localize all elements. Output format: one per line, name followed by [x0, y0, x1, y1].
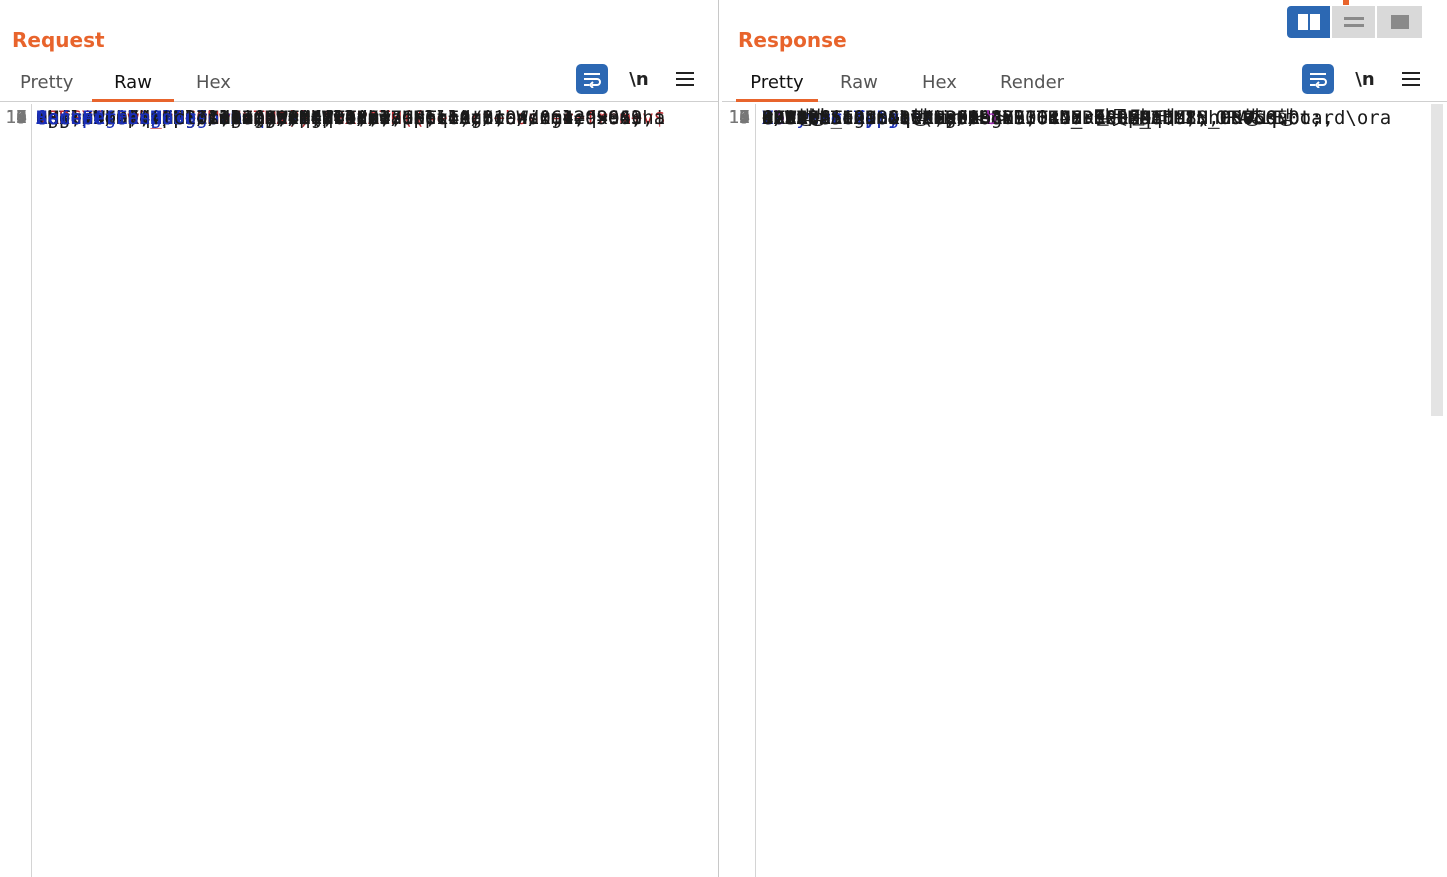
square-icon: [1390, 15, 1409, 29]
request-tab-pretty[interactable]: Pretty: [20, 72, 73, 102]
wrap-lines-icon: [584, 73, 601, 88]
request-pane: Request Pretty Raw Hex \n 1 GET /board/or…: [0, 0, 718, 877]
hamburger-menu-icon: [676, 72, 694, 86]
columns-icon: [1297, 14, 1320, 30]
response-wrap-button[interactable]: [1302, 64, 1334, 94]
line-number: 18: [728, 107, 750, 128]
header-value: close: [161, 107, 231, 129]
accent-marker: [1343, 0, 1349, 5]
code-text: Connection: close: [36, 104, 230, 133]
layout-toggle-group: [1287, 6, 1427, 38]
layout-split-vertical-button[interactable]: [1332, 6, 1377, 38]
response-tab-render[interactable]: Render: [1000, 72, 1064, 102]
request-tabs: Pretty Raw Hex: [0, 66, 718, 102]
line-number: 19: [5, 107, 27, 128]
request-menu-button[interactable]: [670, 64, 700, 94]
response-tab-hex[interactable]: Hex: [922, 72, 957, 102]
response-tab-raw[interactable]: Raw: [840, 72, 878, 102]
hamburger-menu-icon: [1402, 72, 1420, 86]
request-editor[interactable]: 1 GET /board/oracle/view.php?idx= ORDSYS.O…: [0, 104, 718, 877]
line-number-divider: [31, 104, 32, 877]
code-text: C:\Bitnami\wampstack-7.4.7-0\apache2\htd…: [762, 107, 1392, 129]
response-tab-pretty[interactable]: Pretty: [736, 72, 818, 102]
request-wrap-button[interactable]: [576, 64, 608, 94]
request-title: Request: [12, 28, 105, 52]
rows-icon: [1343, 17, 1364, 27]
header-value: ko,en;q=0.9,en-US;q=0.8: [219, 107, 494, 129]
response-pane: Response Pretty Raw Hex Render \n 1 HTTP/…: [722, 0, 1447, 877]
response-editor[interactable]: 1 HTTP/1.1 200 OK 2 Date: Tue, 23 Aug 2022 …: [722, 104, 1427, 877]
request-tab-raw[interactable]: Raw: [92, 72, 174, 102]
request-tab-hex[interactable]: Hex: [196, 72, 231, 102]
header-colon: :: [150, 107, 162, 129]
line-number-divider: [755, 104, 756, 877]
response-tabs: Pretty Raw Hex Render: [722, 66, 1447, 102]
response-menu-button[interactable]: [1396, 64, 1426, 94]
layout-split-horizontal-button[interactable]: [1287, 6, 1332, 38]
response-title: Response: [738, 28, 847, 52]
scrollbar-thumb[interactable]: [1431, 104, 1443, 416]
response-scrollbar[interactable]: [1427, 104, 1447, 877]
request-newline-toggle[interactable]: \n: [624, 64, 654, 94]
response-newline-toggle[interactable]: \n: [1350, 64, 1380, 94]
wrap-lines-icon: [1310, 73, 1327, 88]
header-name: Connection: [36, 107, 151, 129]
layout-single-pane-button[interactable]: [1377, 6, 1422, 38]
